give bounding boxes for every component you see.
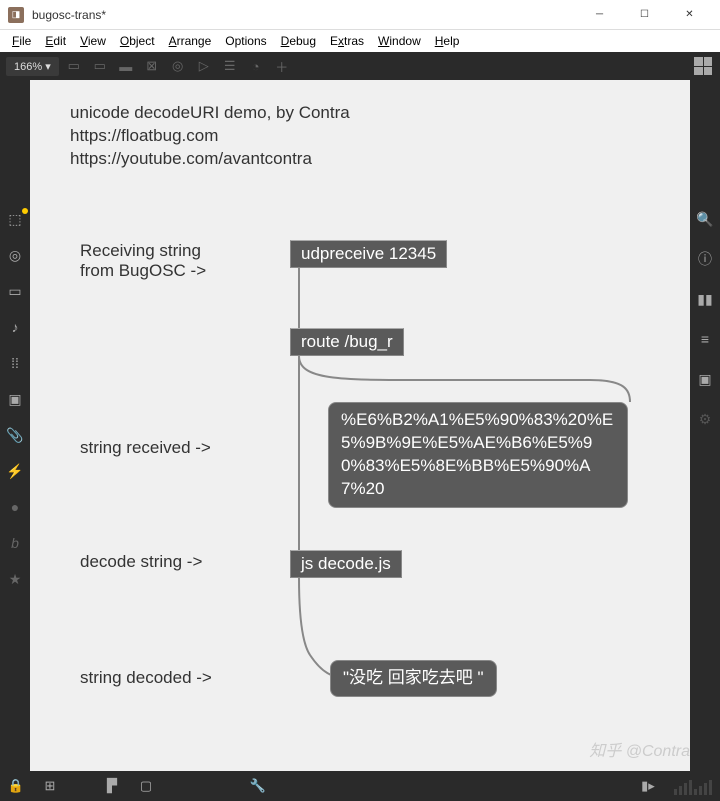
tool-icon-8[interactable]: ◔ bbox=[245, 55, 267, 77]
label-decode-string: decode string -> bbox=[80, 552, 202, 572]
search-icon[interactable]: 🔍 bbox=[696, 210, 714, 228]
object-js-decode[interactable]: js decode.js bbox=[290, 550, 402, 578]
message-decoded[interactable]: "没吃 回家吃去吧 " bbox=[330, 660, 497, 697]
info-icon[interactable]: ⓘ bbox=[696, 250, 714, 268]
bold-icon[interactable]: b bbox=[6, 534, 24, 552]
layers-icon[interactable]: ▢ bbox=[138, 778, 154, 794]
tool-icon-1[interactable]: ▭ bbox=[63, 55, 85, 77]
menu-window[interactable]: Window bbox=[372, 32, 427, 50]
circle-icon[interactable]: ● bbox=[6, 498, 24, 516]
zoom-level[interactable]: 166% ▾ bbox=[6, 57, 59, 76]
rect-icon[interactable]: ▭ bbox=[6, 282, 24, 300]
bottom-toolbar: 🔒 ⊞ ▛ ▢ 🔧 ▮▸ bbox=[0, 771, 720, 801]
tool-icon-4[interactable]: ⊠ bbox=[141, 55, 163, 77]
titlebar: ◨ bugosc-trans* ─ ☐ ✕ bbox=[0, 0, 720, 30]
lock-icon[interactable]: 🔒 bbox=[8, 778, 24, 794]
menu-arrange[interactable]: Arrange bbox=[163, 32, 218, 50]
close-button[interactable]: ✕ bbox=[667, 1, 712, 29]
audio-meters bbox=[674, 777, 712, 795]
window-title: bugosc-trans* bbox=[32, 8, 577, 22]
comment-line-2: https://floatbug.com bbox=[70, 125, 350, 148]
canvas-inner: unicode decodeURI demo, by Contra https:… bbox=[30, 80, 690, 771]
top-toolbar: 166% ▾ ▭ ▭ ▬ ⊠ ◎ ▷ ☰ ◔ ＋ bbox=[0, 52, 720, 80]
label-string-received: string received -> bbox=[80, 438, 211, 458]
dots-icon[interactable]: ⁞⁞ bbox=[6, 354, 24, 372]
message-encoded[interactable]: %E6%B2%A1%E5%90%83%20%E5%9B%9E%E5%AE%B6%… bbox=[328, 402, 628, 508]
menubar: File Edit View Object Arrange Options De… bbox=[0, 30, 720, 52]
menu-file[interactable]: File bbox=[6, 32, 37, 50]
object-route[interactable]: route /bug_r bbox=[290, 328, 404, 356]
star-icon[interactable]: ★ bbox=[6, 570, 24, 588]
main-area: 166% ▾ ▭ ▭ ▬ ⊠ ◎ ▷ ☰ ◔ ＋ ⬚ ◎ ▭ ♪ ⁞⁞ ▣ 📎 … bbox=[0, 52, 720, 771]
label-receiving: Receiving string from BugOSC -> bbox=[80, 241, 206, 281]
tool-icon-2[interactable]: ▭ bbox=[89, 55, 111, 77]
plug-icon[interactable]: ⚡ bbox=[6, 462, 24, 480]
right-toolbar: 🔍 ⓘ ▮▮ ≡ ▣ ⚙ bbox=[690, 80, 720, 771]
tool-icon-6[interactable]: ▷ bbox=[193, 55, 215, 77]
present-icon[interactable]: ▛ bbox=[104, 778, 120, 794]
target-icon[interactable]: ◎ bbox=[6, 246, 24, 264]
presentation-icon[interactable] bbox=[692, 55, 714, 77]
sliders-icon[interactable]: ⚙ bbox=[696, 410, 714, 428]
grid-icon[interactable]: ⊞ bbox=[42, 778, 58, 794]
menu-edit[interactable]: Edit bbox=[39, 32, 72, 50]
comment-box: unicode decodeURI demo, by Contra https:… bbox=[70, 102, 350, 171]
package-icon[interactable]: ⬚ bbox=[6, 210, 24, 228]
tool-icon-7[interactable]: ☰ bbox=[219, 55, 241, 77]
tool-icon-9[interactable]: ＋ bbox=[271, 55, 293, 77]
menu-debug[interactable]: Debug bbox=[275, 32, 322, 50]
image-icon[interactable]: ▣ bbox=[6, 390, 24, 408]
window-controls: ─ ☐ ✕ bbox=[577, 1, 712, 29]
comment-line-1: unicode decodeURI demo, by Contra bbox=[70, 102, 350, 125]
menu-view[interactable]: View bbox=[74, 32, 112, 50]
pause-icon[interactable]: ▮▮ bbox=[696, 290, 714, 308]
list-icon[interactable]: ≡ bbox=[696, 330, 714, 348]
comment-line-3: https://youtube.com/avantcontra bbox=[70, 148, 350, 171]
app-icon: ◨ bbox=[8, 7, 24, 23]
attach-icon[interactable]: 📎 bbox=[6, 426, 24, 444]
menu-options[interactable]: Options bbox=[219, 32, 272, 50]
menu-extras[interactable]: Extras bbox=[324, 32, 370, 50]
label-string-decoded: string decoded -> bbox=[80, 668, 212, 688]
menu-object[interactable]: Object bbox=[114, 32, 161, 50]
play-icon[interactable]: ▮▸ bbox=[640, 778, 656, 794]
left-toolbar: ⬚ ◎ ▭ ♪ ⁞⁞ ▣ 📎 ⚡ ● b ★ bbox=[0, 80, 30, 771]
camera-icon[interactable]: ▣ bbox=[696, 370, 714, 388]
object-udpreceive[interactable]: udpreceive 12345 bbox=[290, 240, 447, 268]
maximize-button[interactable]: ☐ bbox=[622, 1, 667, 29]
tool-icon-3[interactable]: ▬ bbox=[115, 55, 137, 77]
patch-canvas[interactable]: unicode decodeURI demo, by Contra https:… bbox=[30, 80, 690, 771]
wrench-icon[interactable]: 🔧 bbox=[250, 778, 266, 794]
minimize-button[interactable]: ─ bbox=[577, 1, 622, 29]
menu-help[interactable]: Help bbox=[429, 32, 466, 50]
note-icon[interactable]: ♪ bbox=[6, 318, 24, 336]
tool-icon-5[interactable]: ◎ bbox=[167, 55, 189, 77]
